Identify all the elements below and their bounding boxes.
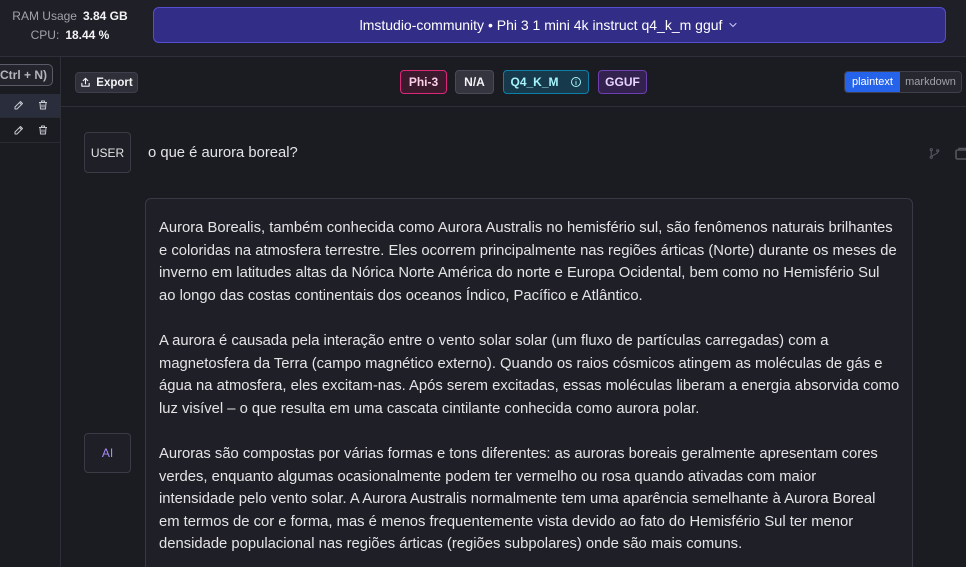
chat-sidebar: Ctrl + N) — [0, 57, 61, 567]
ai-message-line: magnetosfera da Terra (campo magnético e… — [159, 355, 883, 372]
export-button[interactable]: Export — [75, 72, 138, 93]
ai-message-bubble: Aurora Borealis, também conhecida como A… — [145, 198, 913, 567]
ram-usage-label: RAM Usage — [12, 9, 77, 23]
ai-message-line: ao longo das costas continentais dos oce… — [159, 287, 643, 304]
user-role-badge: USER — [84, 132, 131, 173]
model-selector-button[interactable]: lmstudio-community • Phi 3 1 mini 4k ins… — [153, 7, 946, 43]
ai-message-line: verdes, enquanto algumas ocasionalmente … — [159, 468, 817, 485]
cpu-usage: CPU: 18.44 % — [0, 26, 140, 45]
pencil-icon[interactable] — [13, 99, 25, 111]
branch-icon[interactable] — [928, 147, 941, 160]
badge-parameters: N/A — [455, 70, 494, 94]
user-message-text: o que é aurora boreal? — [148, 145, 298, 161]
ai-message-line: em termos de cor e forma, mas é menos fr… — [159, 513, 854, 530]
badge-architecture: Phi-3 — [400, 70, 447, 94]
ai-message-paragraph: Aurora Borealis, também conhecida como A… — [159, 217, 898, 307]
cpu-usage-label: CPU: — [30, 28, 60, 42]
trash-icon[interactable] — [37, 124, 49, 136]
chat-list-item[interactable] — [0, 119, 60, 143]
trash-icon[interactable] — [37, 99, 49, 111]
format-toggle: plaintext markdown — [844, 71, 962, 93]
badge-quantization-label: Q4_K_M — [510, 75, 559, 89]
ai-message-line: densidade populacional nas regiões ártic… — [159, 536, 743, 553]
chat-list-item[interactable] — [0, 94, 60, 118]
new-chat-button[interactable]: Ctrl + N) — [0, 64, 53, 86]
badge-quantization: Q4_K_M — [503, 70, 589, 94]
badge-format-label: GGUF — [605, 75, 640, 89]
plaintext-option[interactable]: plaintext — [845, 72, 900, 92]
badge-architecture-label: Phi-3 — [408, 75, 439, 89]
ai-message-line: e coloridas na atmosfera terrestre. Eles… — [159, 242, 897, 259]
ai-message-line: inverno em latitudes altas da Nórica Nor… — [159, 265, 880, 282]
new-chat-shortcut-label: Ctrl + N) — [0, 68, 47, 82]
chat-toolbar: Export Phi-3 N/A Q4_K_M GGUF plaintext m… — [61, 57, 966, 107]
ai-message-line: luz visível – o que resulta em uma casca… — [159, 400, 700, 417]
ai-message-line: A aurora é causada pela interação entre … — [159, 332, 829, 349]
app-window: RAM Usage 3.84 GB CPU: 18.44 % lmstudio-co… — [0, 0, 966, 567]
system-stats: RAM Usage 3.84 GB CPU: 18.44 % — [0, 7, 140, 45]
ram-usage: RAM Usage 3.84 GB — [0, 7, 140, 26]
copy-icon[interactable] — [955, 147, 966, 160]
message-actions — [928, 147, 966, 161]
chat-main: Export Phi-3 N/A Q4_K_M GGUF plaintext m… — [61, 57, 966, 567]
pencil-icon[interactable] — [13, 124, 25, 136]
share-icon — [80, 77, 91, 88]
model-selector-label: lmstudio-community • Phi 3 1 mini 4k ins… — [359, 17, 723, 33]
ai-message-paragraph: A aurora é causada pela interação entre … — [159, 330, 900, 420]
ram-usage-value: 3.84 GB — [82, 9, 128, 23]
ai-role-badge: AI — [84, 433, 131, 473]
markdown-option[interactable]: markdown — [900, 72, 961, 92]
ai-message-line: intensidade pelo vento solar. A Aurora A… — [159, 491, 876, 508]
ai-message-paragraph: Auroras são compostas por várias formas … — [159, 443, 898, 556]
badge-format: GGUF — [598, 70, 647, 94]
badge-parameters-label: N/A — [464, 75, 485, 89]
cpu-usage-value: 18.44 % — [65, 28, 110, 42]
top-bar: RAM Usage 3.84 GB CPU: 18.44 % lmstudio-co… — [0, 0, 966, 57]
ai-message-line: Aurora Borealis, também conhecida como A… — [159, 220, 893, 236]
chevron-down-icon — [727, 19, 739, 31]
ai-message-line: Auroras são compostas por várias formas … — [159, 445, 878, 462]
info-icon[interactable] — [570, 76, 582, 88]
ai-message-line: água na atmosfera, eles excitam-nas. Apó… — [159, 378, 900, 395]
export-label: Export — [96, 76, 133, 89]
